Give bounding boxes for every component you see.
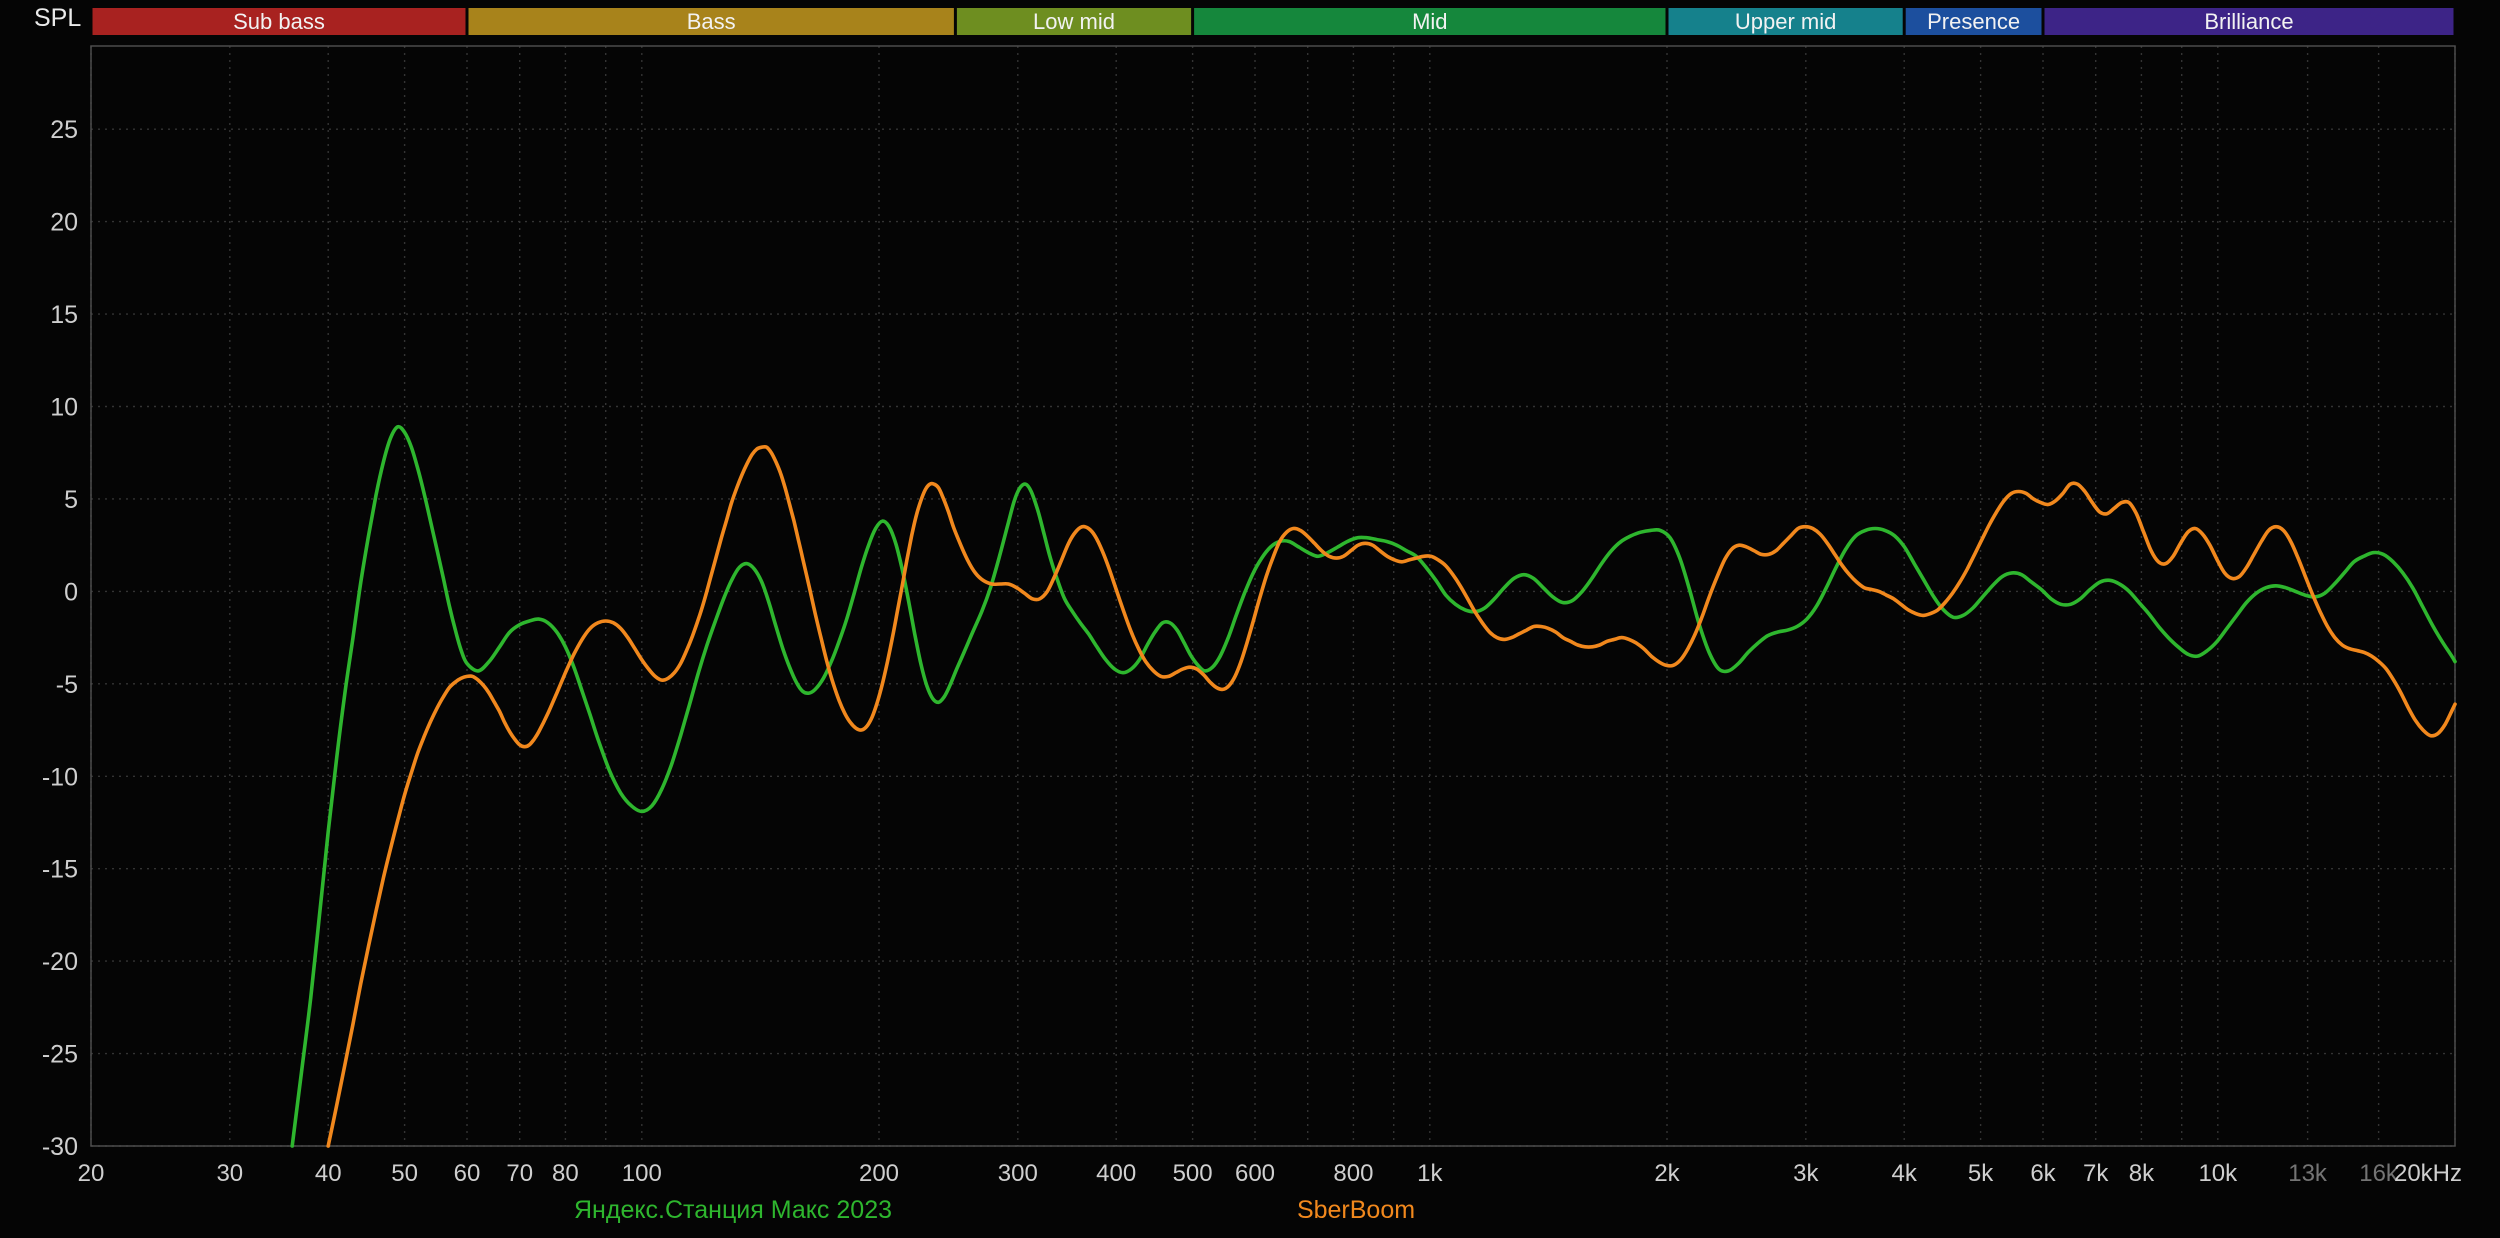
band-label: Mid: [1412, 9, 1447, 34]
band-label: Presence: [1927, 9, 2020, 34]
x-tick-label: 4k: [1892, 1160, 1918, 1187]
series-curve-1: [292, 427, 2455, 1146]
x-tick-label: 20: [78, 1160, 105, 1187]
x-tick-label: 13k: [2288, 1160, 2328, 1187]
band-label: Brilliance: [2204, 9, 2293, 34]
x-tick-label: 40: [315, 1160, 342, 1187]
x-tick-label: 500: [1173, 1160, 1213, 1187]
band-label: Upper mid: [1735, 9, 1836, 34]
y-tick-label: -5: [56, 671, 78, 699]
x-tick-label: 6k: [2030, 1160, 2056, 1187]
y-tick-label: 20: [50, 209, 78, 237]
x-tick-label: 400: [1096, 1160, 1136, 1187]
x-tick-label: 200: [859, 1160, 899, 1187]
x-tick-label: 5k: [1968, 1160, 1994, 1187]
legend-label-sberboom: SberBoom: [1297, 1196, 1415, 1225]
y-tick-label: -15: [42, 856, 78, 884]
x-tick-label: 80: [552, 1160, 579, 1187]
y-tick-label: 15: [50, 301, 78, 329]
x-tick-label: 600: [1235, 1160, 1275, 1187]
x-tick-label: 800: [1333, 1160, 1373, 1187]
x-tick-label: 70: [506, 1160, 533, 1187]
x-tick-label: 50: [391, 1160, 418, 1187]
x-tick-label: 10k: [2198, 1160, 2238, 1187]
x-tick-label: 2k: [1654, 1160, 1680, 1187]
y-tick-label: -25: [42, 1041, 78, 1069]
y-tick-label: 10: [50, 394, 78, 422]
y-tick-label: -30: [42, 1133, 78, 1161]
x-tick-label: 20kHz: [2394, 1160, 2462, 1187]
x-tick-label: 30: [216, 1160, 243, 1187]
x-tick-label: 300: [998, 1160, 1038, 1187]
x-tick-label: 100: [622, 1160, 662, 1187]
y-tick-label: 0: [64, 578, 78, 606]
x-tick-label: 8k: [2129, 1160, 2155, 1187]
band-bar: Sub bass Bass Low mid Mid Upper mid Presence B…: [93, 8, 2454, 35]
x-tick-label: 1k: [1417, 1160, 1443, 1187]
y-axis-labels: 25 20 15 10 5 0 -5 -10 -15 -20 -25 -30: [42, 116, 78, 1161]
x-tick-label: 7k: [2083, 1160, 2109, 1187]
y-tick-label: 5: [64, 486, 78, 514]
legend-label-yandex: Яндекс.Станция Макс 2023: [574, 1196, 892, 1225]
band-label: Sub bass: [233, 9, 325, 34]
band-label: Bass: [687, 9, 736, 34]
x-tick-label: 60: [454, 1160, 481, 1187]
x-tick-label: 3k: [1793, 1160, 1819, 1187]
x-axis-labels: 20 30 40 50 60 70 80 100 200 300 400 500 600 800 1k 2k 3…: [78, 1160, 2462, 1187]
band-label: Low mid: [1033, 9, 1115, 34]
y-tick-label: -10: [42, 763, 78, 791]
y-tick-label: -20: [42, 948, 78, 976]
y-tick-label: 25: [50, 116, 78, 144]
series-curve-2: [328, 447, 2455, 1146]
frequency-response-chart: SPL Sub bassBassLow midMidUpper midPrese…: [0, 0, 2500, 1238]
chart-canvas: Sub bass Bass Low mid Mid Upper mid Presence B…: [0, 0, 2500, 1238]
